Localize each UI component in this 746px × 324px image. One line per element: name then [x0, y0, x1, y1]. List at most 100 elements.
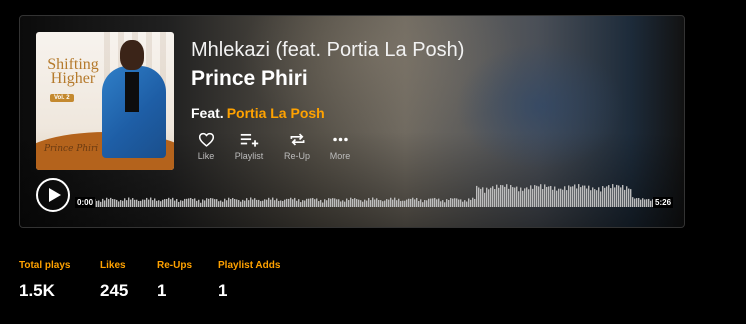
waveform-bar — [404, 200, 406, 207]
waveform-bar — [470, 199, 472, 207]
waveform-bar — [566, 190, 568, 207]
waveform-bar — [620, 187, 622, 207]
waveform-bar — [552, 189, 554, 207]
waveform-bar — [134, 199, 136, 207]
waveform-bar — [164, 199, 166, 207]
waveform-bar — [144, 199, 146, 207]
waveform-bar — [318, 201, 320, 207]
playlist-button[interactable]: Playlist — [226, 130, 272, 168]
stat-value: 1 — [218, 281, 228, 300]
waveform-bar — [642, 198, 644, 207]
waveform-bar — [230, 199, 232, 207]
reup-button[interactable]: Re-Up — [274, 130, 320, 168]
waveform-bar — [190, 197, 192, 207]
waveform-bar — [598, 187, 600, 207]
waveform-bar — [402, 200, 404, 207]
waveform-bar — [324, 199, 326, 207]
waveform-bar — [542, 189, 544, 207]
featured-artist-link[interactable]: Portia La Posh — [227, 105, 325, 121]
waveform-bar — [380, 200, 382, 207]
waveform-bar — [224, 198, 226, 207]
waveform-bar — [454, 198, 456, 207]
waveform-bar — [252, 199, 254, 207]
waveform-bar — [98, 200, 100, 207]
waveform-bar — [646, 199, 648, 207]
waveform-bar — [298, 199, 300, 207]
waveform-bar — [136, 199, 138, 207]
play-button[interactable] — [36, 178, 70, 212]
waveform-bar — [584, 185, 586, 207]
waveform-scrubber[interactable] — [78, 179, 673, 207]
waveform-bar — [322, 202, 324, 207]
waveform-bar — [242, 199, 244, 207]
waveform-bar — [630, 189, 632, 207]
waveform-bar — [234, 199, 236, 207]
waveform-bar — [302, 200, 304, 207]
waveform-bar — [96, 200, 98, 207]
waveform-bar — [346, 198, 348, 207]
waveform-bar — [114, 199, 116, 207]
playlist-add-icon — [240, 133, 258, 147]
album-cover[interactable]: Shifting Higher Vol. 2 Prince Phiri — [36, 32, 174, 170]
waveform-bar — [450, 198, 452, 207]
waveform-bar — [104, 200, 106, 207]
waveform-bar — [558, 188, 560, 207]
waveform-bar — [280, 200, 282, 207]
waveform-bar — [100, 201, 102, 207]
waveform-bar — [170, 199, 172, 207]
waveform-bar — [564, 186, 566, 207]
waveform-bar — [264, 199, 266, 207]
waveform-bar — [578, 184, 580, 207]
waveform-bar — [222, 201, 224, 207]
waveform-bar — [444, 202, 446, 207]
waveform-bar — [226, 200, 228, 207]
waveform-bar — [506, 184, 508, 207]
waveform-bar — [150, 197, 152, 207]
waveform-bar — [448, 200, 450, 207]
more-button[interactable]: More — [317, 130, 363, 168]
cover-person-shirt — [125, 72, 139, 112]
waveform-bar — [436, 199, 438, 207]
waveform-bar — [608, 185, 610, 207]
waveform-bar — [112, 198, 114, 207]
like-button[interactable]: Like — [183, 130, 229, 168]
waveform-bar — [286, 198, 288, 207]
waveform-bar — [160, 201, 162, 207]
waveform-bar — [348, 200, 350, 207]
waveform-bar — [384, 200, 386, 207]
track-player: Shifting Higher Vol. 2 Prince Phiri Mhle… — [19, 15, 685, 228]
waveform-bar — [586, 188, 588, 207]
waveform-bar — [492, 186, 494, 207]
waveform-bar — [424, 199, 426, 207]
waveform-bar — [622, 184, 624, 207]
waveform-bar — [452, 198, 454, 207]
waveform-bar — [268, 197, 270, 207]
waveform-bar — [650, 200, 652, 207]
waveform-bar — [130, 199, 132, 207]
waveform-bar — [526, 187, 528, 207]
waveform-bar — [508, 188, 510, 207]
stat-reups: Re-Ups 1 — [157, 255, 192, 301]
waveform-bar — [488, 189, 490, 207]
waveform-bar — [390, 197, 392, 207]
waveform-bar — [364, 199, 366, 207]
track-artist[interactable]: Prince Phiri — [191, 67, 308, 91]
waveform-bar — [396, 200, 398, 207]
waveform-bar — [358, 199, 360, 207]
waveform-bar — [202, 199, 204, 207]
waveform-bar — [634, 198, 636, 207]
waveform-bar — [428, 198, 430, 207]
waveform-bar — [604, 187, 606, 207]
waveform-bar — [220, 200, 222, 207]
waveform-bar — [524, 188, 526, 207]
track-title[interactable]: Mhlekazi (feat. Portia La Posh) — [191, 39, 464, 62]
waveform-bar — [582, 185, 584, 207]
waveform-bar — [166, 198, 168, 207]
waveform-bar — [248, 200, 250, 207]
waveform-bar — [514, 187, 516, 207]
waveform-bar — [342, 200, 344, 207]
stat-label: Total plays — [19, 260, 71, 271]
waveform-bar — [158, 200, 160, 207]
stat-value: 245 — [100, 281, 129, 300]
waveform-bar — [616, 184, 618, 207]
